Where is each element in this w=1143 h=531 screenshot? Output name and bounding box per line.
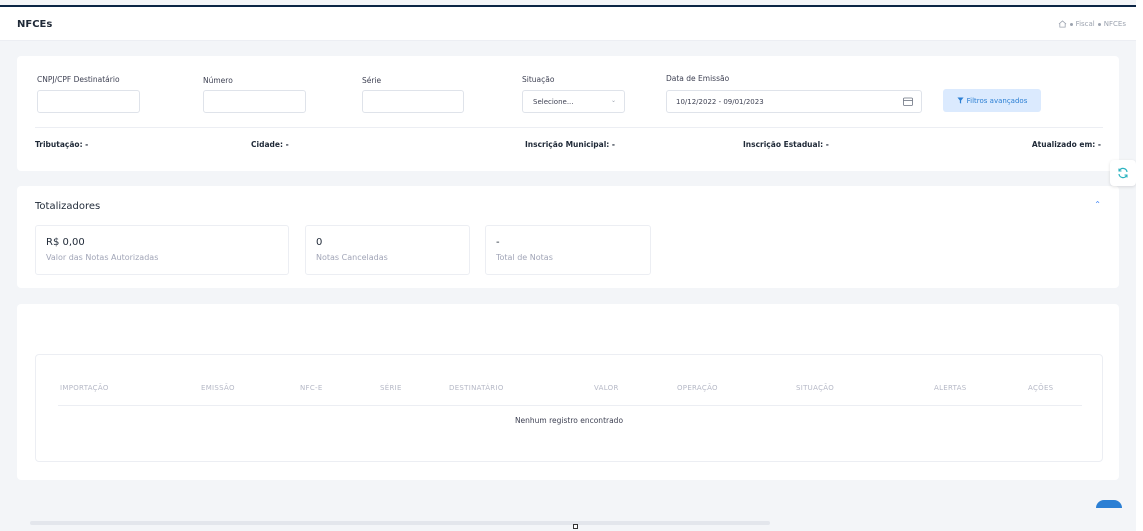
stat-notas-canceladas: 0 Notas Canceladas — [305, 225, 470, 275]
horizontal-scrollbar[interactable] — [30, 521, 770, 525]
column-header-importacao[interactable]: IMPORTAÇÃO — [60, 384, 109, 392]
advanced-filters-button[interactable]: Filtros avançados — [943, 89, 1041, 112]
filters-card: CNPJ/CPF Destinatário Número Série Situa… — [17, 56, 1119, 171]
filters-divider — [35, 127, 1103, 128]
resize-handle[interactable] — [573, 524, 578, 529]
column-header-operacao[interactable]: OPERAÇÃO — [677, 384, 718, 392]
column-header-destinatario[interactable]: DESTINATÁRIO — [449, 384, 504, 392]
column-header-nfce[interactable]: NFC-E — [300, 384, 323, 392]
empty-table-message: Nenhum registro encontrado — [514, 416, 624, 425]
scroll-top-button[interactable] — [1096, 500, 1122, 508]
totalizadores-card: Totalizadores ⌃ R$ 0,00 Valor das Notas … — [17, 186, 1119, 288]
chevron-up-icon[interactable]: ⌃ — [1094, 200, 1101, 209]
stat-label: Notas Canceladas — [316, 253, 388, 262]
breadcrumb-separator — [1069, 22, 1073, 26]
data-emissao-value: 10/12/2022 - 09/01/2023 — [676, 98, 764, 106]
page-title: NFCEs — [17, 19, 53, 30]
stat-total-notas: - Total de Notas — [485, 225, 651, 275]
situacao-selected-value: Selecione... — [533, 98, 574, 106]
atualizado-info: Atualizado em: - — [1031, 140, 1101, 149]
stat-value: R$ 0,00 — [46, 237, 85, 248]
column-header-situacao[interactable]: SITUAÇÃO — [796, 384, 834, 392]
refresh-icon — [1118, 167, 1128, 179]
page-header: NFCEs Fiscal NFCEs — [0, 7, 1136, 41]
stat-label: Total de Notas — [496, 253, 553, 262]
tributacao-info: Tributação: - — [35, 140, 89, 149]
numero-input[interactable] — [203, 90, 306, 113]
advanced-filters-label: Filtros avançados — [966, 96, 1028, 105]
calendar-icon[interactable] — [903, 97, 913, 106]
cnpj-input[interactable] — [37, 90, 140, 113]
serie-input[interactable] — [362, 90, 464, 113]
stat-label: Valor das Notas Autorizadas — [46, 253, 159, 262]
column-header-valor[interactable]: VALOR — [594, 384, 619, 392]
column-header-emissao[interactable]: EMISSÃO — [201, 384, 235, 392]
column-header-acoes: AÇÕES — [1028, 384, 1054, 392]
column-header-alertas[interactable]: ALERTAS — [934, 384, 967, 392]
inscricao-municipal-info: Inscrição Municipal: - — [525, 140, 616, 149]
breadcrumb-item-fiscal[interactable]: Fiscal — [1076, 20, 1095, 28]
totalizadores-title: Totalizadores — [35, 201, 101, 212]
refresh-button[interactable] — [1110, 160, 1136, 186]
inscricao-estadual-info: Inscrição Estadual: - — [743, 140, 829, 149]
table-header-divider — [58, 405, 1082, 406]
window-edge — [1136, 0, 1143, 531]
cnpj-label: CNPJ/CPF Destinatário — [37, 75, 120, 84]
breadcrumb: Fiscal NFCEs — [1058, 20, 1126, 28]
numero-label: Número — [203, 76, 233, 85]
breadcrumb-item-nfces: NFCEs — [1103, 20, 1126, 28]
serie-label: Série — [362, 76, 382, 85]
situacao-label: Situação — [522, 75, 555, 84]
filter-icon — [957, 97, 964, 104]
data-emissao-input[interactable]: 10/12/2022 - 09/01/2023 — [666, 90, 922, 113]
cidade-info: Cidade: - — [251, 140, 289, 149]
home-icon[interactable] — [1058, 20, 1067, 28]
stat-value: - — [496, 237, 500, 248]
stat-valor-autorizadas: R$ 0,00 Valor das Notas Autorizadas — [35, 225, 289, 275]
nfce-table: IMPORTAÇÃO EMISSÃO NFC-E SÉRIE DESTINATÁ… — [35, 354, 1103, 462]
breadcrumb-separator — [1097, 22, 1101, 26]
data-emissao-label: Data de Emissão — [666, 74, 730, 83]
situacao-select[interactable]: Selecione... ⌄ — [522, 90, 625, 113]
stat-value: 0 — [316, 237, 323, 248]
chevron-down-icon: ⌄ — [610, 97, 616, 104]
nfce-table-card: IMPORTAÇÃO EMISSÃO NFC-E SÉRIE DESTINATÁ… — [17, 304, 1119, 480]
column-header-serie[interactable]: SÉRIE — [380, 384, 402, 392]
